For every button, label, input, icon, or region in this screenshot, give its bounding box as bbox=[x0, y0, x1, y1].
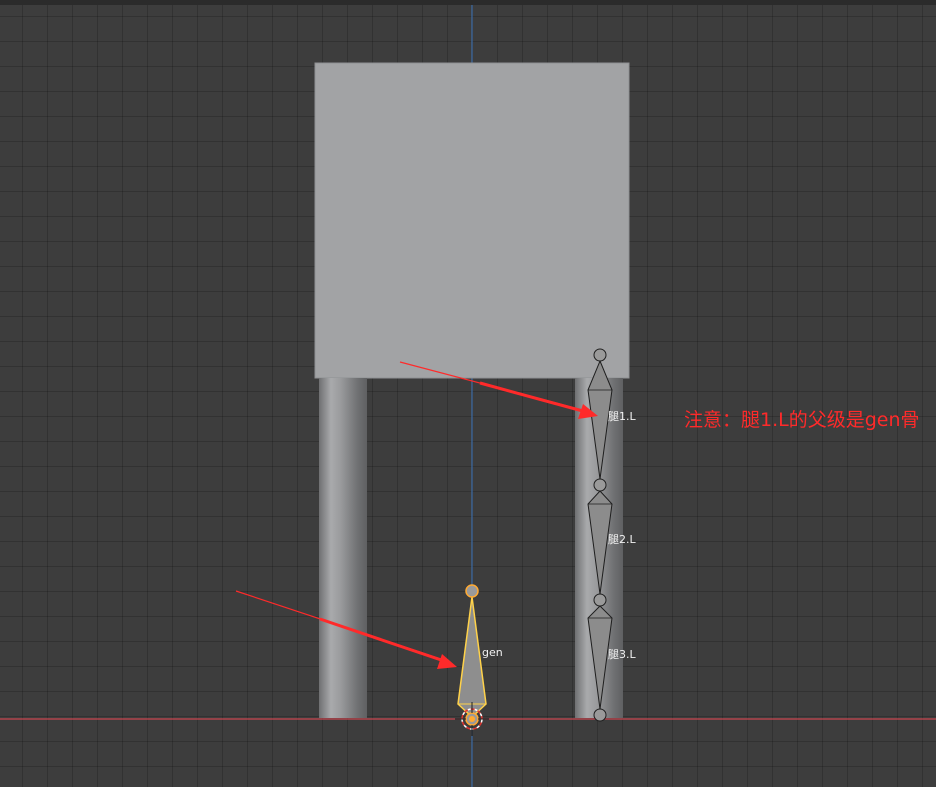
bone-label-gen: gen bbox=[482, 646, 503, 659]
3d-cursor-icon bbox=[455, 702, 489, 736]
bone-label-leg3: 腿3.L bbox=[608, 648, 636, 661]
bone-label-leg1: 腿1.L bbox=[608, 410, 636, 423]
body-box-mesh[interactable] bbox=[314, 62, 630, 379]
scene-canvas[interactable]: gen 腿1.L 腿2.L 腿3.L bbox=[0, 0, 936, 787]
bone-label-leg2: 腿2.L bbox=[608, 533, 636, 546]
left-leg-mesh[interactable] bbox=[319, 378, 367, 718]
annotation-note: 注意：腿1.L的父级是gen骨 bbox=[684, 409, 920, 431]
